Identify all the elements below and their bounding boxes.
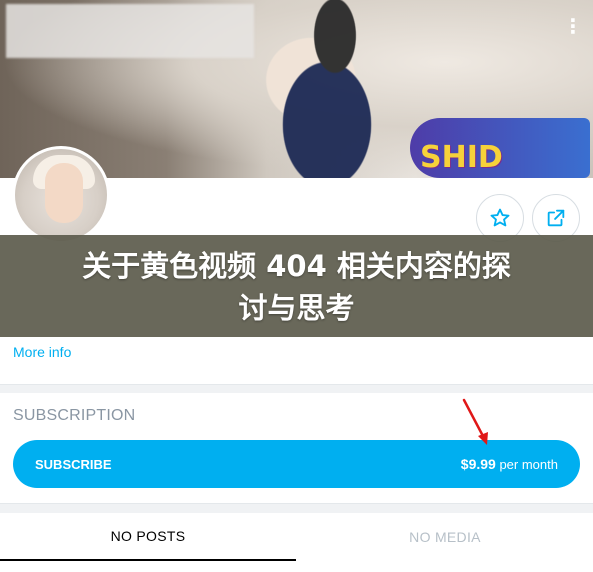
section-gap	[0, 503, 593, 513]
subscribe-button[interactable]: SUBSCRIBE $9.99 per month	[13, 440, 580, 488]
overlay-title-line-2: 讨与思考	[238, 291, 355, 325]
overlay-title-line-1: 关于黄色视频 404 相关内容的探	[82, 249, 511, 283]
cover-figure	[255, 0, 415, 178]
cover-sign-text: SHID	[420, 140, 503, 175]
avatar-face	[45, 163, 83, 223]
section-gap	[0, 385, 593, 393]
subscribe-period: per month	[499, 457, 558, 472]
star-icon	[490, 208, 510, 227]
subscribe-price-group: $9.99 per month	[461, 456, 558, 472]
share-icon	[547, 209, 565, 227]
tab-media[interactable]: NO MEDIA	[297, 513, 593, 561]
more-info-link[interactable]: More info	[13, 344, 71, 360]
vertical-dots-icon[interactable]: ⋮	[560, 12, 586, 40]
blurred-region	[6, 4, 254, 58]
overlay-title: 关于黄色视频 404 相关内容的探 讨与思考	[30, 245, 563, 329]
avatar[interactable]	[12, 146, 110, 244]
subscription-heading: SUBSCRIPTION	[13, 407, 136, 424]
cover-image: SHID	[0, 0, 593, 178]
tab-posts[interactable]: NO POSTS	[0, 513, 296, 561]
subscribe-label: SUBSCRIBE	[35, 456, 112, 472]
red-arrow-icon	[462, 398, 488, 445]
subscribe-price: $9.99	[460, 456, 496, 472]
